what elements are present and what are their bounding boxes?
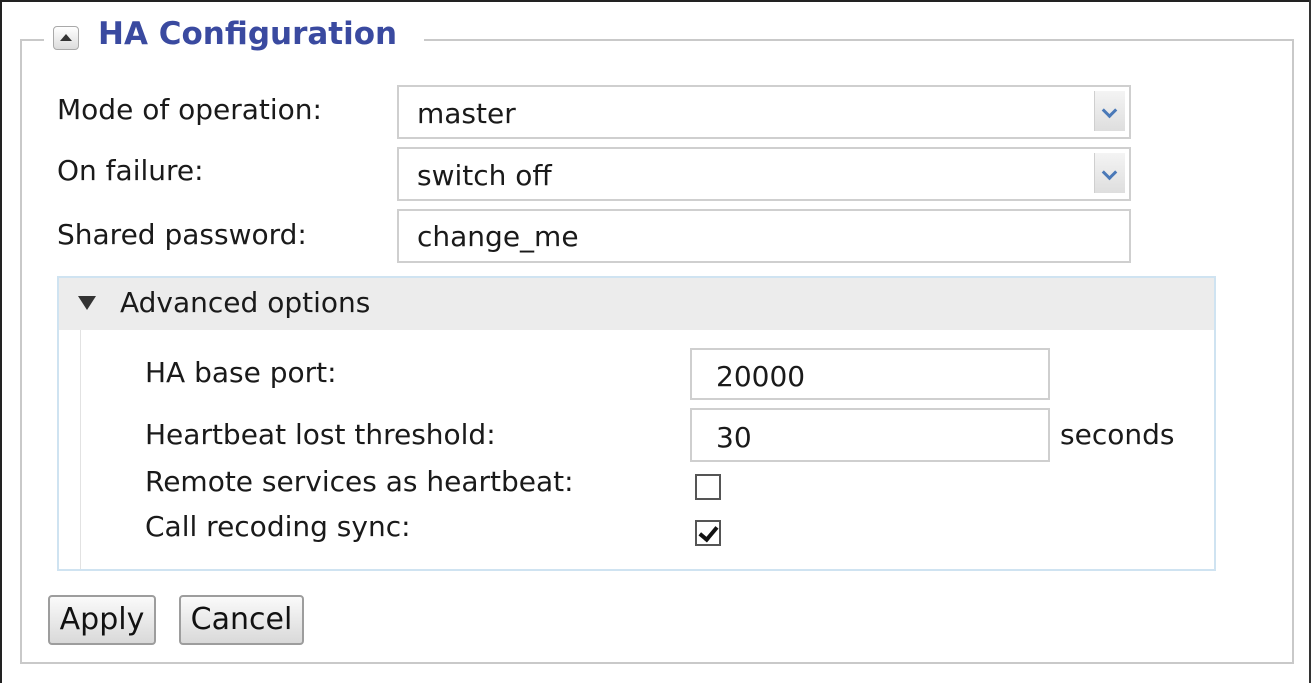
cancel-button[interactable]: Cancel bbox=[179, 595, 304, 645]
on-failure-value: switch off bbox=[417, 159, 552, 192]
mode-of-operation-label: Mode of operation: bbox=[57, 93, 322, 126]
expand-down-triangle-icon[interactable] bbox=[78, 296, 96, 310]
collapse-section-button[interactable] bbox=[53, 26, 79, 50]
on-failure-label: On failure: bbox=[57, 154, 204, 187]
heartbeat-unit-label: seconds bbox=[1060, 418, 1175, 451]
checkmark-icon bbox=[698, 521, 719, 543]
mode-of-operation-value: master bbox=[417, 97, 516, 130]
ha-base-port-label: HA base port: bbox=[145, 356, 337, 389]
advanced-options-title[interactable]: Advanced options bbox=[120, 286, 370, 319]
fieldset-border-right bbox=[1292, 39, 1294, 663]
window-left-edge bbox=[0, 0, 2, 683]
section-title: HA Configuration bbox=[98, 16, 398, 52]
collapse-up-triangle-icon bbox=[60, 34, 72, 41]
shared-password-field[interactable]: change_me bbox=[397, 209, 1131, 263]
fieldset-border-top-left bbox=[20, 39, 44, 41]
shared-password-value: change_me bbox=[417, 220, 579, 253]
heartbeat-threshold-field[interactable]: 30 bbox=[690, 408, 1050, 462]
mode-of-operation-select[interactable]: master bbox=[397, 85, 1131, 139]
advanced-options-indent-rule bbox=[80, 330, 81, 569]
call-recoding-sync-checkbox[interactable] bbox=[695, 520, 721, 546]
apply-button[interactable]: Apply bbox=[48, 595, 156, 645]
chevron-down-icon bbox=[1101, 164, 1118, 181]
chevron-down-icon bbox=[1101, 102, 1118, 119]
fieldset-border-left bbox=[20, 39, 22, 663]
on-failure-select[interactable]: switch off bbox=[397, 147, 1131, 201]
failure-dropdown-arrow[interactable] bbox=[1094, 153, 1125, 193]
mode-dropdown-arrow[interactable] bbox=[1094, 91, 1125, 131]
window-top-edge bbox=[0, 0, 1311, 2]
ha-base-port-value: 20000 bbox=[716, 360, 806, 393]
ha-base-port-field[interactable]: 20000 bbox=[690, 348, 1050, 400]
shared-password-label: Shared password: bbox=[57, 218, 307, 251]
heartbeat-threshold-value: 30 bbox=[716, 421, 752, 454]
fieldset-border-top-right bbox=[424, 39, 1293, 41]
remote-services-heartbeat-checkbox[interactable] bbox=[695, 474, 721, 500]
call-recoding-sync-label: Call recoding sync: bbox=[145, 510, 411, 543]
fieldset-border-bottom bbox=[20, 662, 1294, 664]
heartbeat-threshold-label: Heartbeat lost threshold: bbox=[145, 418, 496, 451]
remote-services-heartbeat-label: Remote services as heartbeat: bbox=[145, 465, 574, 498]
